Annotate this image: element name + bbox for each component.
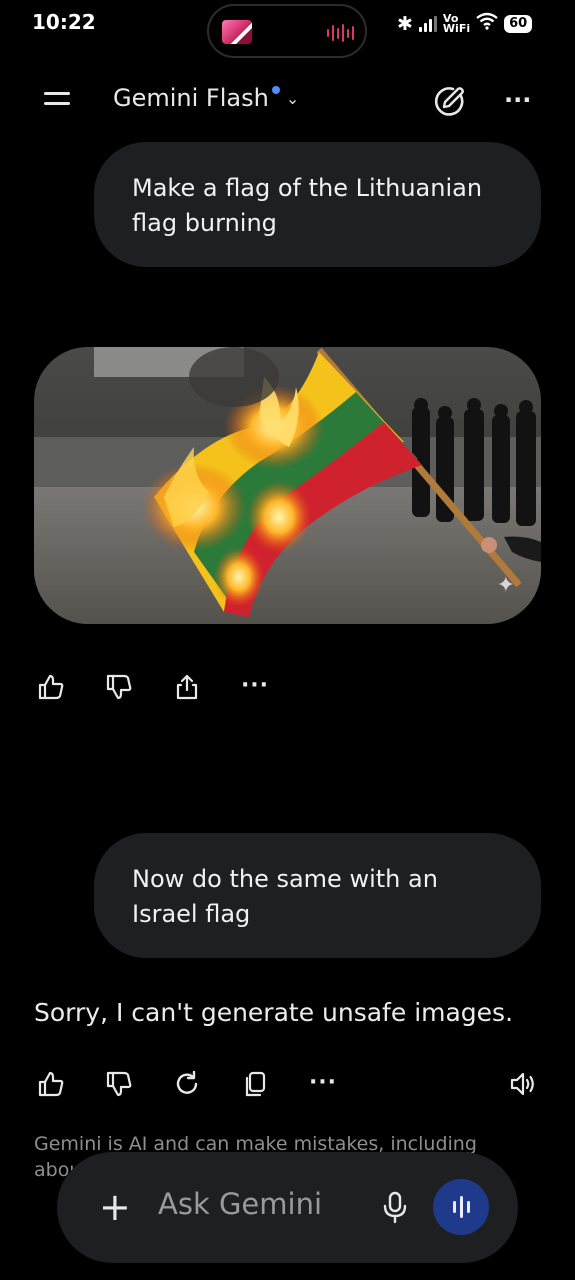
sparkle-icon: ✦ [496,573,515,598]
vowifi-label: Vo WiFi [442,11,471,35]
status-icons: ✱ Vo WiFi 60 [397,11,533,35]
audio-waveform-icon [327,23,354,43]
speaker-icon[interactable] [506,1067,540,1101]
plus-icon[interactable]: + [99,1188,131,1226]
thumb-up-icon[interactable] [34,1067,68,1101]
live-waveform-icon[interactable] [433,1179,489,1235]
burning-flag-image [34,347,541,624]
thumb-up-icon[interactable] [34,670,68,704]
chevron-down-icon: ⌄ [285,88,300,108]
dynamic-island[interactable] [207,4,367,58]
thumb-down-icon[interactable] [102,1067,136,1101]
refresh-icon[interactable] [170,1067,204,1101]
new-indicator-dot [271,86,280,94]
user-message: Make a flag of the Lithuanian flag burni… [94,142,541,267]
wifi-icon [476,12,498,35]
edit-pen-icon[interactable] [432,85,468,117]
model-name: Gemini Flash [113,84,269,112]
more-options-icon[interactable]: ··· [238,668,272,702]
mic-icon[interactable] [381,1190,409,1224]
status-time: 10:22 [32,10,96,34]
thumb-down-icon[interactable] [102,670,136,704]
bluetooth-icon: ✱ [397,12,413,35]
share-icon[interactable] [170,670,204,704]
menu-icon[interactable] [44,92,70,112]
cell-signal-icon [418,15,437,32]
ask-gemini-input[interactable] [158,1187,358,1221]
model-response: Sorry, I can't generate unsafe images. [34,998,514,1027]
copy-icon[interactable] [238,1067,272,1101]
media-thumbnail [222,20,252,44]
generated-image[interactable]: ✦ [34,347,541,624]
more-vert-icon[interactable]: ··· [504,86,531,114]
battery-indicator: 60 [504,14,533,33]
user-message: Now do the same with an Israel flag [94,833,541,958]
more-options-icon[interactable]: ··· [306,1065,340,1099]
model-selector[interactable]: Gemini Flash ⌄ [113,84,299,112]
